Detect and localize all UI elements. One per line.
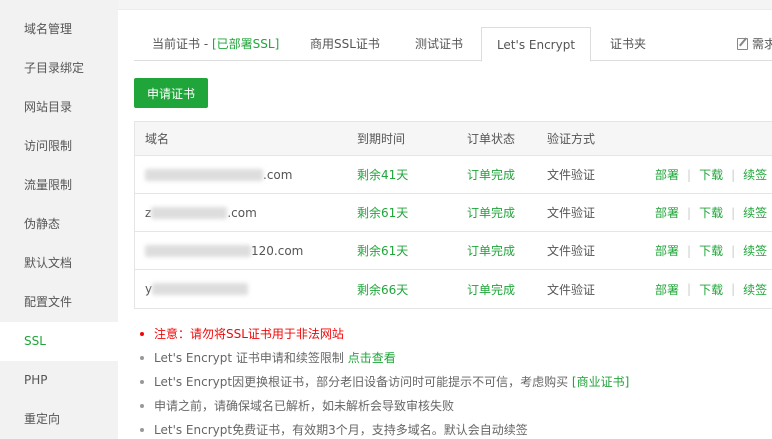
download-link[interactable]: 下载 <box>699 242 723 259</box>
note-dns-resolve: 申请之前，请确保域名已解析，如未解析会导致审核失败 <box>134 394 772 418</box>
download-link[interactable]: 下载 <box>699 204 723 221</box>
row-verify: 文件验证 <box>547 206 596 220</box>
row-domain: 120.com <box>145 232 303 269</box>
row-verify: 文件验证 <box>547 168 596 182</box>
ops-separator: | <box>687 167 692 182</box>
deploy-link[interactable]: 部署 <box>655 204 679 221</box>
redacted-domain <box>151 206 228 219</box>
domain-suffix: .com <box>263 167 293 182</box>
ops-separator: | <box>687 282 692 296</box>
redacted-domain <box>152 283 249 295</box>
requirement-link[interactable]: 需求 <box>736 27 772 61</box>
header-verify: 验证方式 <box>547 132 596 146</box>
row-expire: 剩余61天 <box>357 206 409 220</box>
tab-commercial-ssl[interactable]: 商用SSL证书 <box>310 27 380 61</box>
ssl-tabs: 当前证书 - [已部署SSL] 商用SSL证书 测试证书 Let's Encry… <box>134 27 772 62</box>
note-warning: 注意：请勿将SSL证书用于非法网站 <box>134 322 772 346</box>
domain-suffix: .com <box>227 205 257 220</box>
apply-certificate-button[interactable]: 申请证书 <box>134 78 208 108</box>
note-root-certificate: Let's Encrypt因更换根证书，部分老旧设备访问时可能提示不可信，考虑购… <box>134 370 772 394</box>
redacted-domain <box>145 168 263 181</box>
ops-separator: | <box>731 282 736 296</box>
sidebar: 域名管理 子目录绑定 网站目录 访问限制 流量限制 伪静态 默认文档 配置文件 … <box>0 0 118 439</box>
tab-current-status: [已部署SSL] <box>211 37 280 51</box>
tab-current-certificate[interactable]: 当前证书 - [已部署SSL] <box>152 27 279 61</box>
row-domain: y <box>145 270 249 308</box>
main-panel: 当前证书 - [已部署SSL] 商用SSL证书 测试证书 Let's Encry… <box>118 0 772 439</box>
row-domain: .com <box>145 156 292 193</box>
ops-separator: | <box>687 205 692 220</box>
row-expire: 剩余66天 <box>357 282 409 297</box>
edit-icon <box>736 38 748 50</box>
ops-separator: | <box>731 167 736 182</box>
table-row: 120.com 剩余61天 订单完成 文件验证 部署|下载|续签| <box>135 232 772 270</box>
renew-link[interactable]: 续签 <box>743 281 767 298</box>
table-row: z.com 剩余61天 订单完成 文件验证 部署|下载|续签| <box>135 194 772 232</box>
row-verify: 文件验证 <box>547 282 596 297</box>
deploy-link[interactable]: 部署 <box>655 242 679 259</box>
sidebar-item-subdirectory-binding[interactable]: 子目录绑定 <box>0 49 118 88</box>
ops-separator: | <box>687 243 692 258</box>
row-status: 订单完成 <box>467 206 516 220</box>
renew-link[interactable]: 续签 <box>743 242 767 259</box>
sidebar-item-redirect[interactable]: 重定向 <box>0 400 118 439</box>
sidebar-item-php[interactable]: PHP <box>0 361 118 400</box>
row-verify: 文件验证 <box>547 244 596 258</box>
sidebar-item-domain-management[interactable]: 域名管理 <box>0 10 118 49</box>
sidebar-item-ssl[interactable]: SSL <box>0 322 118 361</box>
sidebar-item-rewrite[interactable]: 伪静态 <box>0 205 118 244</box>
sidebar-item-config-file[interactable]: 配置文件 <box>0 283 118 322</box>
table-row: .com 剩余41天 订单完成 文件验证 部署|下载|续签| <box>135 156 772 194</box>
certificate-table: 域名 到期时间 订单状态 验证方式 .com 剩余41天 订单完成 文件验证 部… <box>134 121 772 309</box>
sidebar-item-default-document[interactable]: 默认文档 <box>0 244 118 283</box>
row-expire: 剩余41天 <box>357 168 409 182</box>
note-free-certificate: Let's Encrypt免费证书，有效期3个月，支持多域名。默认会自动续签 <box>134 418 772 439</box>
deploy-link[interactable]: 部署 <box>655 166 679 183</box>
requirement-label: 需求 <box>751 37 772 51</box>
redacted-domain <box>145 244 251 257</box>
renew-link[interactable]: 续签 <box>743 166 767 183</box>
row-domain: z .com <box>145 194 257 231</box>
row-status: 订单完成 <box>467 168 516 182</box>
header-domain: 域名 <box>145 132 170 146</box>
tab-certificate-folder[interactable]: 证书夹 <box>610 27 646 61</box>
row-status: 订单完成 <box>467 282 516 297</box>
note-rate-limit: Let's Encrypt 证书申请和续签限制 点击查看 <box>134 346 772 370</box>
sidebar-item-access-limit[interactable]: 访问限制 <box>0 127 118 166</box>
tab-test-certificate[interactable]: 测试证书 <box>415 27 463 61</box>
tab-current-label: 当前证书 - <box>152 37 212 51</box>
table-row: y 剩余66天 订单完成 文件验证 部署|下载|续签| <box>135 270 772 308</box>
tab-lets-encrypt[interactable]: Let's Encrypt <box>481 27 591 62</box>
sidebar-item-site-directory[interactable]: 网站目录 <box>0 88 118 127</box>
view-limit-link[interactable]: 点击查看 <box>348 351 396 365</box>
commercial-certificate-link[interactable]: [商业证书] <box>572 375 629 389</box>
top-divider <box>118 0 772 10</box>
deploy-link[interactable]: 部署 <box>655 281 679 298</box>
table-header: 域名 到期时间 订单状态 验证方式 <box>135 122 772 156</box>
note-rate-limit-text: Let's Encrypt 证书申请和续签限制 <box>154 351 348 365</box>
notes-list: 注意：请勿将SSL证书用于非法网站 Let's Encrypt 证书申请和续签限… <box>134 322 772 439</box>
header-expire: 到期时间 <box>357 132 406 146</box>
header-status: 订单状态 <box>467 132 516 146</box>
row-ops: 部署|下载|续签| <box>655 270 772 308</box>
note-root-text: Let's Encrypt因更换根证书，部分老旧设备访问时可能提示不可信，考虑购… <box>154 375 572 389</box>
row-ops: 部署|下载|续签| <box>655 232 772 269</box>
ops-separator: | <box>731 205 736 220</box>
row-status: 订单完成 <box>467 244 516 258</box>
ops-separator: | <box>731 243 736 258</box>
domain-suffix: 120.com <box>251 243 304 258</box>
download-link[interactable]: 下载 <box>699 281 723 298</box>
row-ops: 部署|下载|续签| <box>655 194 772 231</box>
renew-link[interactable]: 续签 <box>743 204 767 221</box>
domain-prefix: y <box>145 282 153 296</box>
row-expire: 剩余61天 <box>357 244 409 258</box>
row-ops: 部署|下载|续签| <box>655 156 772 193</box>
download-link[interactable]: 下载 <box>699 166 723 183</box>
sidebar-item-traffic-limit[interactable]: 流量限制 <box>0 166 118 205</box>
